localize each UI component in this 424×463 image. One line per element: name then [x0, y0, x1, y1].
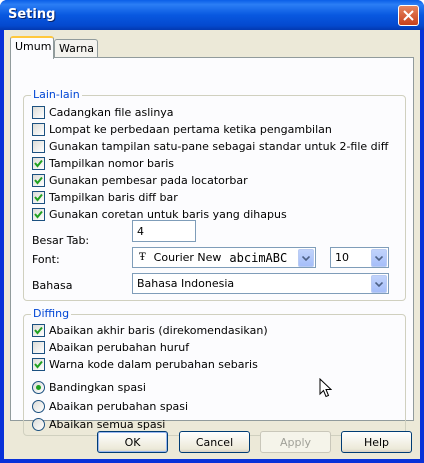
check-icon: [34, 176, 43, 185]
font-sample: abcimABC: [229, 250, 288, 265]
checkbox-label: Gunakan coretan untuk baris yang dihapus: [49, 207, 287, 221]
checkbox-checked[interactable]: [32, 156, 45, 170]
radio[interactable]: [32, 399, 45, 413]
font-size-value: 10: [335, 251, 349, 264]
apply-button-label: Apply: [279, 435, 312, 449]
checkbox-label: Gunakan tampilan satu-pane sebagai stand…: [49, 139, 389, 153]
checkbox-checked[interactable]: [32, 323, 45, 337]
dropdown-arrow[interactable]: [371, 249, 387, 267]
radio-row[interactable]: Abaikan semua spasi: [32, 416, 165, 432]
tab-size-value: 4: [137, 224, 144, 238]
checkbox-row[interactable]: Abaikan perubahan huruf: [32, 339, 189, 355]
check-icon: [34, 326, 43, 335]
checkbox-label: Abaikan perubahan huruf: [49, 340, 190, 354]
radio[interactable]: [32, 417, 45, 431]
group-diffing-title: Diffing: [31, 307, 72, 320]
radio-selected[interactable]: [32, 380, 45, 394]
check-icon: [34, 159, 43, 168]
checkbox[interactable]: [32, 122, 45, 136]
checkbox-row[interactable]: Warna kode dalam perubahan sebaris: [32, 356, 258, 372]
dropdown-arrow[interactable]: [371, 275, 387, 293]
radio-label: Bandingkan spasi: [49, 380, 146, 394]
font-select[interactable]: Ŧ Courier New abcimABC: [132, 247, 316, 268]
tab-size-input[interactable]: 4: [132, 220, 196, 242]
radio-row[interactable]: Bandingkan spasi: [32, 379, 146, 395]
checkbox-row[interactable]: Tampilkan baris diff bar: [32, 189, 178, 205]
checkbox[interactable]: [32, 340, 45, 354]
checkbox-row[interactable]: Cadangkan file aslinya: [32, 104, 174, 120]
close-icon: [403, 10, 414, 21]
chevron-down-icon: [375, 255, 383, 261]
checkbox-label: Warna kode dalam perubahan sebaris: [49, 357, 258, 371]
chevron-down-icon: [375, 281, 383, 287]
checkbox-label: Cadangkan file aslinya: [49, 105, 174, 119]
checkbox[interactable]: [32, 105, 45, 119]
tab-umum-label: Umum: [15, 40, 52, 53]
checkbox[interactable]: [32, 139, 45, 153]
window-title: Seting: [8, 7, 56, 22]
radio-label: Abaikan semua spasi: [49, 417, 166, 431]
checkbox-row[interactable]: Tampilkan nomor baris: [32, 155, 174, 171]
checkbox-label: Gunakan pembesar pada locatorbar: [49, 173, 248, 187]
checkbox-checked[interactable]: [32, 190, 45, 204]
help-button-label: Help: [363, 435, 390, 449]
chevron-down-icon: [302, 255, 310, 261]
checkbox-checked[interactable]: [32, 207, 45, 221]
close-button[interactable]: [398, 5, 419, 26]
truetype-font-icon: Ŧ: [139, 252, 146, 263]
checkbox-row[interactable]: Gunakan pembesar pada locatorbar: [32, 172, 248, 188]
check-icon: [34, 210, 43, 219]
tab-warna[interactable]: Warna: [54, 39, 98, 58]
checkbox-row[interactable]: Abaikan akhir baris (direkomendasikan): [32, 322, 268, 338]
font-size-select[interactable]: 10: [330, 247, 389, 268]
checkbox-label: Lompat ke perbedaan pertama ketika penga…: [49, 122, 332, 136]
cancel-button-label: Cancel: [195, 435, 234, 449]
checkbox-label: Abaikan akhir baris (direkomendasikan): [49, 323, 268, 337]
tab-size-label: Besar Tab:: [32, 234, 90, 247]
title-bar[interactable]: Seting: [0, 0, 424, 30]
language-select[interactable]: Bahasa Indonesia: [132, 273, 389, 294]
radio-dot: [36, 384, 41, 390]
language-label: Bahasa: [32, 279, 73, 292]
ok-button-label: OK: [124, 435, 141, 449]
checkbox-checked[interactable]: [32, 357, 45, 371]
checkbox-checked[interactable]: [32, 173, 45, 187]
check-icon: [34, 360, 43, 369]
checkbox-row[interactable]: Gunakan tampilan satu-pane sebagai stand…: [32, 138, 388, 154]
radio-label: Abaikan perubahan spasi: [49, 399, 189, 413]
group-lain-lain-title: Lain-lain: [31, 88, 82, 101]
dialog-body: Umum Warna Lain-lain Cadangkan file asli…: [4, 30, 420, 459]
check-icon: [34, 193, 43, 202]
radio-row[interactable]: Abaikan perubahan spasi: [32, 398, 188, 414]
checkbox-label: Tampilkan baris diff bar: [49, 190, 178, 204]
language-value: Bahasa Indonesia: [137, 277, 235, 290]
tab-warna-label: Warna: [59, 42, 94, 55]
mouse-pointer-icon: [319, 378, 332, 398]
font-label: Font:: [32, 253, 60, 266]
apply-button[interactable]: Apply: [260, 431, 331, 453]
settings-window: Seting Umum Warna Lain-lain Cadangkan fi…: [0, 0, 424, 463]
ok-button[interactable]: OK: [97, 431, 168, 453]
tab-umum[interactable]: Umum: [10, 36, 54, 59]
font-name: Courier New: [153, 251, 222, 264]
tab-panel-umum: Lain-lain Cadangkan file aslinya Lompat …: [10, 57, 414, 436]
help-button[interactable]: Help: [341, 431, 412, 453]
dropdown-arrow[interactable]: [298, 249, 314, 267]
checkbox-label: Tampilkan nomor baris: [49, 156, 175, 170]
cancel-button[interactable]: Cancel: [179, 431, 250, 453]
checkbox-row[interactable]: Lompat ke perbedaan pertama ketika penga…: [32, 121, 332, 137]
